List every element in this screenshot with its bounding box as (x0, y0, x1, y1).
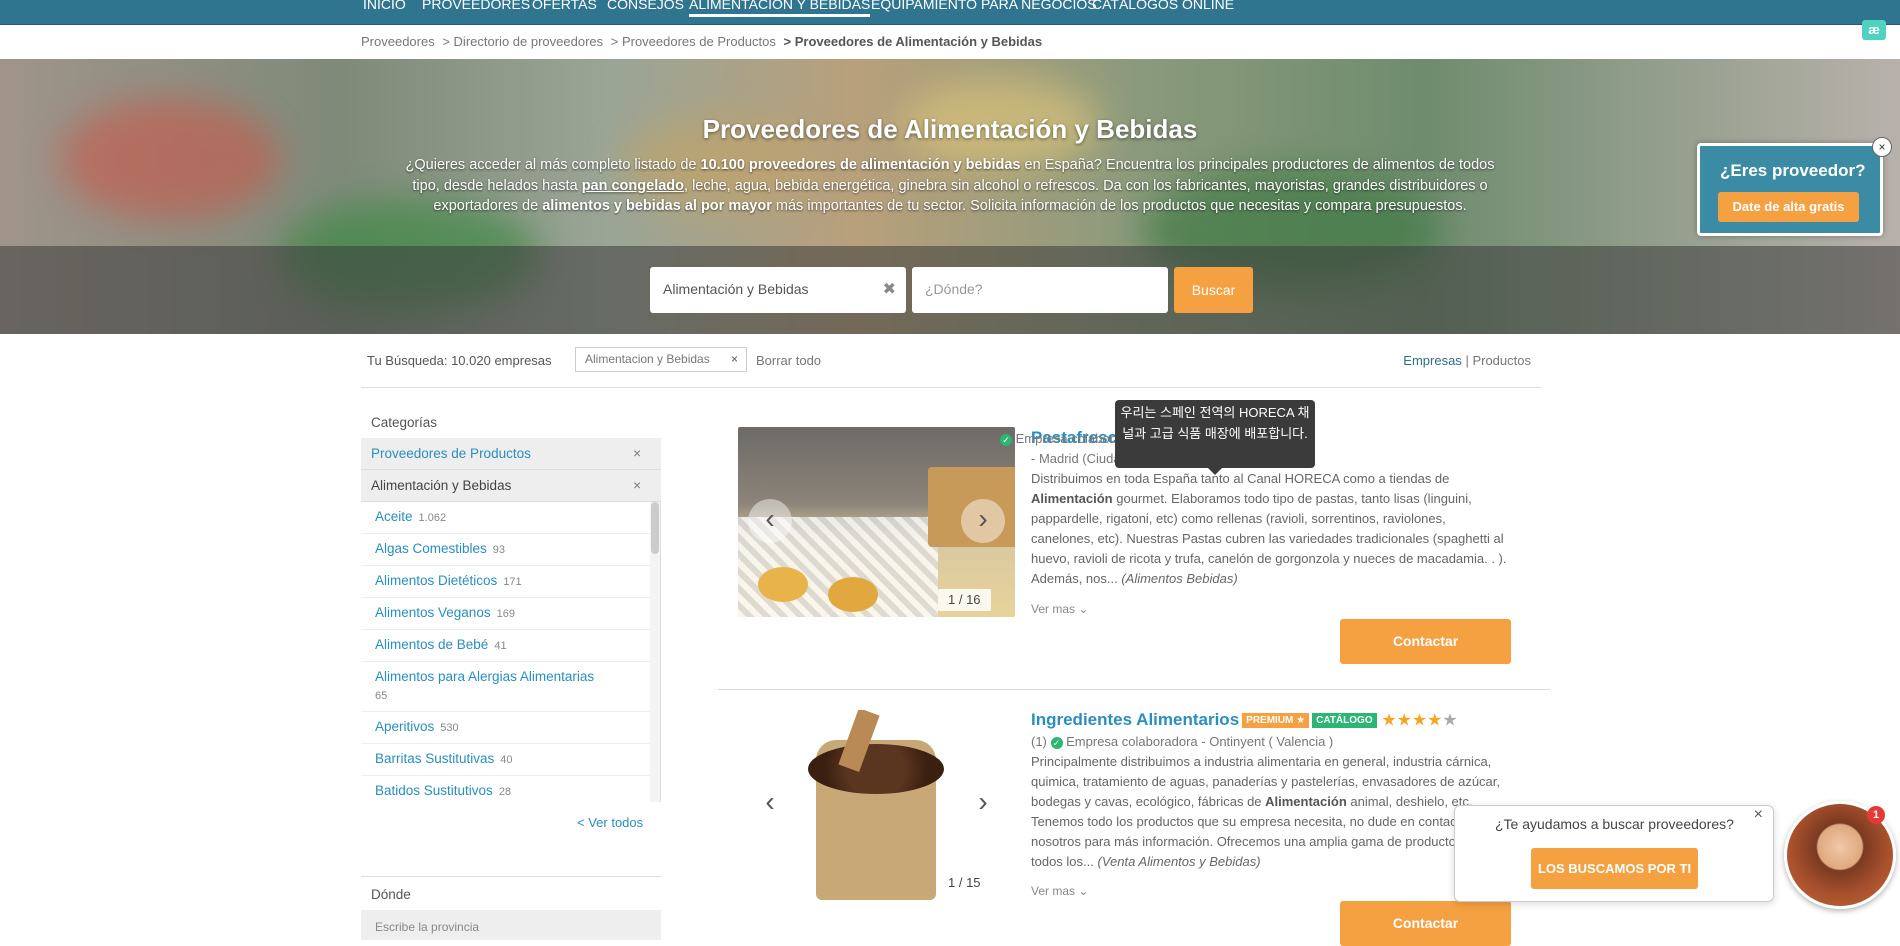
filter-bar: Tu Búsqueda: 10.020 empresas Alimentacio… (361, 347, 1541, 388)
clear-search-icon[interactable]: ✖ (883, 279, 896, 299)
star-icon: ★ (1427, 710, 1443, 730)
chevron-down-icon: ⌄ (1078, 602, 1089, 616)
ver-mas-link[interactable]: Ver mas ⌄ (1031, 602, 1088, 616)
company-meta: (1) ✓ Empresa colaboradora - Ontinyent (… (1031, 734, 1334, 749)
search-where-input[interactable]: ¿Dónde? (912, 267, 1168, 313)
scrollbar[interactable] (650, 502, 660, 802)
tab-empresas[interactable]: Empresas (1403, 353, 1462, 368)
filter-chip[interactable]: Alimentacion y Bebidas × (575, 347, 747, 372)
search-button[interactable]: Buscar (1174, 267, 1253, 313)
page-title: Proveedores de Alimentación y Bebidas (702, 114, 1198, 144)
nav-alimentacion[interactable]: ALIMENTACIÓN Y BEBIDAS (689, 0, 871, 17)
breadcrumb-current: > Proveedores de Alimentación y Bebidas (783, 34, 1043, 49)
close-icon[interactable]: × (1754, 806, 1763, 824)
company-description: Distribuimos en toda España tanto al Can… (1031, 471, 1507, 586)
remove-chip-icon[interactable]: × (731, 348, 738, 371)
nav-proveedores[interactable]: PROVEEDORES (422, 0, 530, 12)
list-item[interactable]: Alimentos Veganos 169 (361, 598, 660, 630)
company-description: Principalmente distribuimos a industria … (1031, 754, 1501, 869)
catalog-badge[interactable]: CATÁLOGO (1312, 713, 1377, 729)
ver-todos-link[interactable]: < Ver todos (577, 815, 643, 830)
provider-signup-box: ¿Eres proveedor? Date de alta gratis × (1697, 137, 1892, 236)
hero-description: ¿Quieres acceder al más completo listado… (405, 157, 1495, 214)
prev-image-icon[interactable]: ‹ (748, 499, 792, 543)
list-item[interactable]: Alimentos para Alergias Alimentarias 65 (361, 662, 660, 712)
clear-all-link[interactable]: Borrar todo (756, 353, 821, 368)
categories-heading: Categorías (371, 415, 438, 430)
tab-productos[interactable]: Productos (1472, 353, 1531, 368)
company-title[interactable]: Ingredientes Alimentarios PREMIUM ★ CATÁLO… (1031, 710, 1458, 731)
site-logo-icon[interactable]: æ (1862, 20, 1886, 40)
next-image-icon[interactable]: › (961, 782, 1005, 826)
ver-mas-link[interactable]: Ver mas ⌄ (1031, 884, 1088, 898)
location-filter: Dónde Escribe la provincia (361, 876, 661, 940)
company-location: - Madrid (Ciudad (1031, 451, 1128, 466)
sidebar: Categorías Proveedores de Productos × Ali… (361, 400, 661, 802)
pan-congelado-link[interactable]: pan congelado (582, 178, 684, 194)
notification-badge: 1 (1867, 806, 1885, 824)
donde-heading: Dónde (371, 887, 411, 902)
contact-button[interactable]: Contactar (1340, 619, 1511, 664)
tooltip: 우리는 스페인 전역의 HORECA 채널과 고급 식품 매장에 배포합니다. (1115, 400, 1315, 475)
result-count: Tu Búsqueda: 10.020 empresas (367, 353, 552, 368)
close-icon[interactable]: × (1872, 137, 1892, 157)
list-item[interactable]: Alimentos de Bebé 41 (361, 630, 660, 662)
breadcrumb-directorio[interactable]: > Directorio de proveedores (442, 34, 603, 49)
category-alimentacion[interactable]: Alimentación y Bebidas × (361, 470, 661, 502)
nav-consejos[interactable]: CONSEJOS (607, 0, 684, 12)
nav-inicio[interactable]: INICIO (363, 0, 406, 12)
provider-box-title: ¿Eres proveedor? (1720, 161, 1866, 180)
list-item[interactable]: Aperitivos 530 (361, 712, 660, 744)
company-image[interactable]: ‹ › 1 / 15 (738, 710, 1015, 900)
subcategory-list: Aceite 1.062 Algas Comestibles 93 Alimento… (361, 502, 661, 802)
company-image[interactable]: ‹ › 1 / 16 (738, 427, 1015, 617)
premium-badge: PREMIUM ★ (1242, 713, 1310, 729)
breadcrumb: Proveedores > Directorio de proveedores … (361, 34, 1046, 49)
next-image-icon[interactable]: › (961, 499, 1005, 543)
verified-icon: ✓ (1000, 433, 1012, 446)
search-what-input[interactable]: Alimentación y Bebidas ✖ (650, 267, 906, 313)
category-proveedores-productos[interactable]: Proveedores de Productos × (361, 438, 661, 470)
divider (718, 689, 1550, 690)
chevron-down-icon: ⌄ (1078, 884, 1089, 898)
breadcrumb-productos[interactable]: > Proveedores de Productos (611, 34, 776, 49)
province-input[interactable]: Escribe la provincia (361, 910, 661, 940)
help-question: ¿Te ayudamos a buscar proveedores? (1495, 816, 1734, 832)
nav-equipamiento[interactable]: EQUIPAMIENTO PARA NEGOCIOS (871, 0, 1097, 12)
star-icon: ★ (1396, 710, 1412, 730)
remove-category-icon[interactable]: × (633, 438, 641, 470)
list-item[interactable]: Batidos Sustitutivos 28 (361, 776, 660, 802)
nav-ofertas[interactable]: OFERTAS (532, 0, 597, 12)
nav-catalogos[interactable]: CATÁLOGOS ONLINE (1092, 0, 1234, 12)
find-providers-button[interactable]: LOS BUSCAMOS POR TI (1531, 848, 1698, 889)
star-icon: ★ (1442, 710, 1458, 730)
list-item[interactable]: Algas Comestibles 93 (361, 534, 660, 566)
list-item[interactable]: Alimentos Dietéticos 171 (361, 566, 660, 598)
star-icon: ★ (1381, 710, 1397, 730)
list-item[interactable]: Barritas Sustitutivas 40 (361, 744, 660, 776)
contact-button[interactable]: Contactar (1340, 901, 1511, 946)
image-counter: 1 / 15 (938, 872, 991, 894)
prev-image-icon[interactable]: ‹ (748, 782, 792, 826)
image-counter: 1 / 16 (938, 589, 991, 611)
help-popup: ¿Te ayudamos a buscar proveedores? LOS B… (1454, 805, 1774, 902)
top-nav: INICIO PROVEEDORES OFERTAS CONSEJOS ALIM… (0, 0, 1900, 25)
star-icon: ★ (1411, 710, 1428, 730)
signup-button[interactable]: Date de alta gratis (1718, 192, 1859, 222)
verified-icon: ✓ (1050, 736, 1063, 749)
company-card: ‹ › 1 / 15 Ingredientes Alimentarios PREM… (718, 710, 1550, 946)
remove-category-icon[interactable]: × (633, 470, 641, 502)
breadcrumb-proveedores[interactable]: Proveedores (361, 34, 435, 49)
list-item[interactable]: Aceite 1.062 (361, 502, 660, 534)
